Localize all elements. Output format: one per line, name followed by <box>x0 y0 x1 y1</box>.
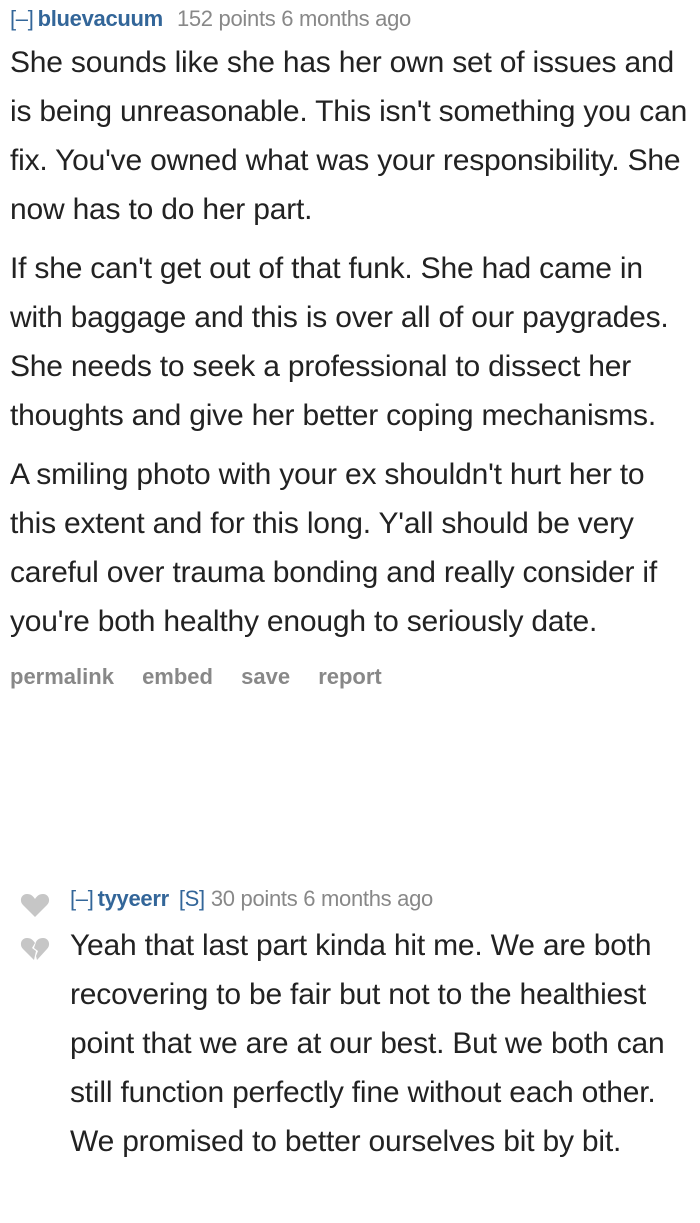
comment: [–] bluevacuum 152 points 6 months ago She… <box>10 0 698 690</box>
report-button[interactable]: report <box>318 664 382 689</box>
comment-tagline: [–] bluevacuum 152 points 6 months ago <box>10 0 698 38</box>
permalink-button[interactable]: permalink <box>10 664 114 689</box>
heart-icon[interactable] <box>20 892 50 918</box>
comment-paragraph: A smiling photo with your ex shouldn't h… <box>10 458 658 638</box>
comment-author[interactable]: bluevacuum <box>38 6 164 31</box>
comment-time: 6 months ago <box>303 886 433 911</box>
comment-tagline: [–] tyyeerr [S] 30 points 6 months ago <box>70 880 698 918</box>
save-button[interactable]: save <box>241 664 290 689</box>
collapse-toggle[interactable]: [–] <box>10 6 34 31</box>
vote-arrows <box>20 892 60 980</box>
submitter-badge: [S] <box>178 886 205 911</box>
comment-body: Yeah that last part kinda hit me. We are… <box>70 921 698 1166</box>
comment-score: 30 points <box>210 886 298 911</box>
comment-time: 6 months ago <box>281 6 411 31</box>
broken-heart-icon[interactable] <box>20 936 50 962</box>
comment-author[interactable]: tyyeerr <box>98 886 170 911</box>
collapse-toggle[interactable]: [–] <box>70 886 94 911</box>
comment-paragraph: Yeah that last part kinda hit me. We are… <box>70 929 665 1158</box>
comment-body: She sounds like she has her own set of i… <box>10 38 698 646</box>
comment-paragraph: She sounds like she has her own set of i… <box>10 46 688 226</box>
embed-button[interactable]: embed <box>142 664 213 689</box>
comment-paragraph: If she can't get out of that funk. She h… <box>10 252 669 432</box>
reply-comment: [–] tyyeerr [S] 30 points 6 months ago Yeah… <box>20 880 698 1166</box>
comment-actions: permalink embed save report <box>10 664 698 690</box>
comment-score: 152 points <box>176 6 276 31</box>
